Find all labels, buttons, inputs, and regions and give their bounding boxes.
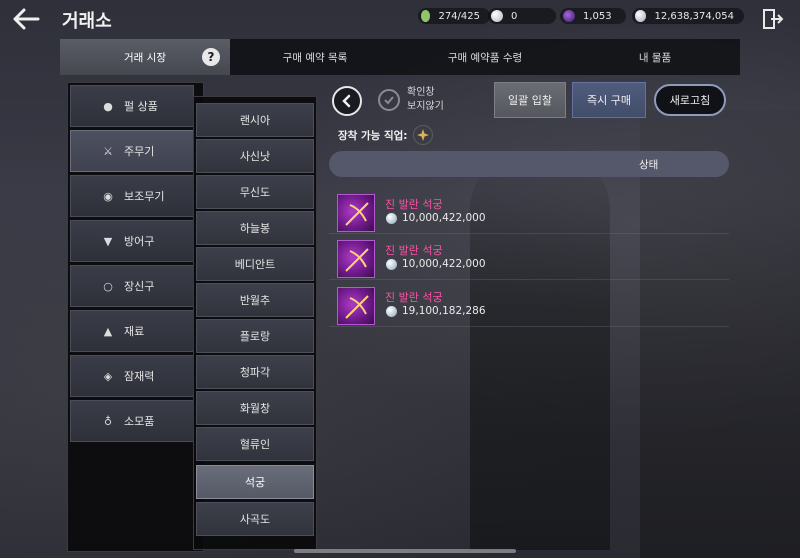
item-price: 19,100,182,286 xyxy=(402,305,486,317)
subcategory-panel: 랜시아 사신낫 무신도 하늘봉 베디안트 반월추 플로랑 청파각 화월창 혈류인… xyxy=(193,96,317,550)
currency-crystal-value: 1,053 xyxy=(583,10,612,22)
diamond-icon: ◈ xyxy=(103,369,113,383)
silver-icon xyxy=(635,10,647,22)
skip-confirm-label: 확인창 보지않기 xyxy=(407,86,457,114)
subcategory-item[interactable]: 무신도 xyxy=(196,175,314,209)
category-material[interactable]: ▲ 재료 xyxy=(70,310,194,352)
crossbow-icon xyxy=(337,287,375,325)
category-label: 잠재력 xyxy=(124,370,155,383)
list-back-button[interactable] xyxy=(332,86,362,116)
category-panel: ● 펄 상품 ⚔ 주무기 ◉ 보조무기 ▼ 방어구 ○ 장신구 ▲ 재료 ◈ 잠… xyxy=(67,82,204,552)
crossbow-icon xyxy=(337,194,375,232)
currency-crystal: 1,053 xyxy=(560,8,626,24)
currency-silver-value: 12,638,374,054 xyxy=(654,10,734,22)
category-label: 보조무기 xyxy=(124,190,165,203)
back-arrow-icon[interactable] xyxy=(12,6,40,32)
subcategory-item[interactable]: 사곡도 xyxy=(196,502,314,536)
energy-icon xyxy=(421,10,431,22)
marketplace-screen: 거래소 274/425 0 1,053 12,638,374,054 거래 시장 xyxy=(0,0,800,558)
category-label: 장신구 xyxy=(124,280,155,293)
category-label: 펄 상품 xyxy=(124,100,158,113)
subcategory-item[interactable]: 베디안트 xyxy=(196,247,314,281)
subcategory-item[interactable]: 혈류인 xyxy=(196,427,314,461)
equippable-job-label: 장착 가능 직업: xyxy=(338,130,408,142)
shield-icon: ◉ xyxy=(103,189,113,203)
subcategory-item[interactable]: 화월창 xyxy=(196,391,314,425)
category-main-weapon[interactable]: ⚔ 주무기 xyxy=(70,130,194,172)
tab-my-items-label: 내 물품 xyxy=(638,51,672,64)
pearl-icon: ● xyxy=(103,99,113,113)
bulk-bid-button[interactable]: 일괄 입찰 xyxy=(494,82,566,118)
subcategory-item[interactable]: 하늘봉 xyxy=(196,211,314,245)
tab-market-label: 거래 시장 xyxy=(124,51,166,64)
tab-reservation-receive[interactable]: 구매 예약품 수령 xyxy=(400,39,570,75)
home-indicator xyxy=(294,549,516,553)
category-accessory[interactable]: ○ 장신구 xyxy=(70,265,194,307)
skip-confirm-line2: 보지않기 xyxy=(407,101,444,112)
class-emblem-icon[interactable] xyxy=(413,125,433,145)
tab-reservation-list-label: 구매 예약 목록 xyxy=(282,51,348,64)
instant-buy-button[interactable]: 즉시 구매 xyxy=(572,82,646,118)
ring-icon: ○ xyxy=(103,279,113,293)
subcategory-item[interactable]: 반월추 xyxy=(196,283,314,317)
exit-icon[interactable] xyxy=(762,8,784,30)
subcategory-item[interactable]: 청파각 xyxy=(196,355,314,389)
currency-silver: 12,638,374,054 xyxy=(632,8,744,24)
flask-icon: ▲ xyxy=(103,324,113,338)
currency-energy-value: 274/425 xyxy=(438,10,480,22)
category-consumable[interactable]: ♁ 소모품 xyxy=(70,400,194,442)
item-name: 진 발란 석궁 xyxy=(385,198,443,211)
currency-energy: 274/425 xyxy=(418,8,490,24)
list-header: 상태 xyxy=(329,151,729,177)
crystal-icon xyxy=(563,10,575,22)
category-label: 방어구 xyxy=(124,235,155,248)
list-item[interactable]: 진 발란 석궁 10,000,422,000 xyxy=(329,236,729,280)
armor-icon: ▼ xyxy=(103,234,113,248)
help-icon[interactable]: ? xyxy=(202,48,220,66)
subcategory-item-selected[interactable]: 석궁 xyxy=(196,465,314,499)
chevron-left-icon xyxy=(342,94,351,108)
category-label: 주무기 xyxy=(124,145,155,158)
refresh-button[interactable]: 새로고침 xyxy=(654,84,726,116)
currency-pearl-value: 0 xyxy=(511,10,518,22)
skip-confirm-checkbox[interactable] xyxy=(378,89,400,111)
silver-coin-icon xyxy=(386,259,397,270)
crossed-swords-icon: ⚔ xyxy=(103,144,113,158)
item-name: 진 발란 석궁 xyxy=(385,291,443,304)
page-title: 거래소 xyxy=(62,11,112,32)
category-label: 재료 xyxy=(124,325,145,338)
silver-coin-icon xyxy=(386,213,397,224)
background-cliff xyxy=(640,110,800,558)
silver-coin-icon xyxy=(386,306,397,317)
top-bar: 거래소 274/425 0 1,053 12,638,374,054 xyxy=(0,0,800,38)
category-armor[interactable]: ▼ 방어구 xyxy=(70,220,194,262)
tab-my-items[interactable]: 내 물품 xyxy=(570,39,740,75)
item-price: 10,000,422,000 xyxy=(402,258,486,270)
subcategory-item[interactable]: 플로랑 xyxy=(196,319,314,353)
category-label: 소모품 xyxy=(124,415,155,428)
check-icon xyxy=(384,96,394,105)
pearl-icon xyxy=(491,10,503,22)
item-price: 10,000,422,000 xyxy=(402,212,486,224)
item-name: 진 발란 석궁 xyxy=(385,244,443,257)
category-pearl-items[interactable]: ● 펄 상품 xyxy=(70,85,194,127)
skip-confirm-line1: 확인창 xyxy=(407,87,435,98)
crossbow-icon xyxy=(337,240,375,278)
category-potential[interactable]: ◈ 잠재력 xyxy=(70,355,194,397)
potion-icon: ♁ xyxy=(103,414,113,428)
subcategory-item[interactable]: 사신낫 xyxy=(196,139,314,173)
tab-bar: 거래 시장 ? 구매 예약 목록 구매 예약품 수령 내 물품 xyxy=(60,39,740,75)
list-item[interactable]: 진 발란 석궁 19,100,182,286 xyxy=(329,283,729,327)
currency-pearl: 0 xyxy=(488,8,556,24)
status-column-header: 상태 xyxy=(639,158,659,171)
tab-reservation-receive-label: 구매 예약품 수령 xyxy=(447,51,523,64)
tab-market[interactable]: 거래 시장 ? xyxy=(60,39,230,75)
list-item[interactable]: 진 발란 석궁 10,000,422,000 xyxy=(329,190,729,234)
subcategory-item[interactable]: 랜시아 xyxy=(196,103,314,137)
category-sub-weapon[interactable]: ◉ 보조무기 xyxy=(70,175,194,217)
tab-reservation-list[interactable]: 구매 예약 목록 xyxy=(230,39,400,75)
